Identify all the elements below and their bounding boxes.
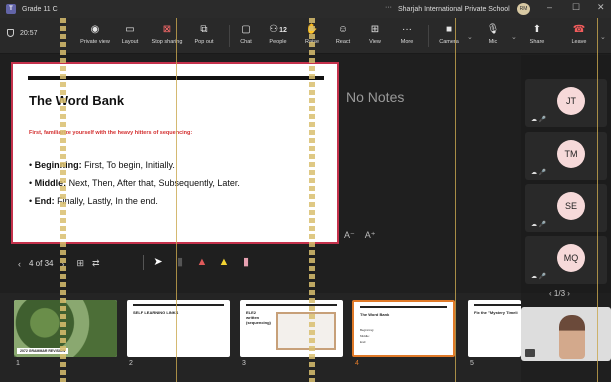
more-button[interactable]: ··· More xyxy=(385,23,429,51)
slide-filmstrip: 2072 GRAMMAR REVISION 1 SELF LEARNING LI… xyxy=(0,293,521,382)
camera-button[interactable]: ■ Camera xyxy=(427,23,471,51)
thumbnail-title: The Word Bank xyxy=(360,312,390,317)
camera-icon: ■ xyxy=(445,24,453,35)
muted-mic-icon: ☁ 🎤 xyxy=(531,170,547,176)
muted-mic-icon: ☁ 🎤 xyxy=(531,274,547,280)
thumbnail-number: 5 xyxy=(470,360,474,367)
slide-thumbnail[interactable]: ELE2 written (sequencing) xyxy=(240,300,343,357)
decrease-font-button[interactable]: A⁻ xyxy=(344,230,355,240)
thumbnail-bar xyxy=(360,306,448,308)
avatar: TM xyxy=(557,140,585,168)
tools-divider xyxy=(143,255,144,270)
thumbnail-number: 2 xyxy=(129,360,133,367)
next-page-button[interactable]: › xyxy=(567,289,570,298)
thumbnail-bullet: Beginning: xyxy=(360,328,375,332)
speaker-notes: No Notes xyxy=(346,89,405,105)
slide-thumbnail-selected[interactable]: The Word Bank Beginning: Middle: End: xyxy=(352,300,455,357)
thumbnail-title: Fix the "Mystery Timeli xyxy=(474,310,518,315)
slide-thumbnail[interactable]: Fix the "Mystery Timeli xyxy=(468,300,521,357)
thumbnail-title: ELE2 written (sequencing) xyxy=(246,310,271,325)
avatar: JT xyxy=(557,87,585,115)
slide-title: The Word Bank xyxy=(29,93,125,108)
swap-view-icon[interactable]: ⇄ xyxy=(92,258,100,269)
thumbnail-bullet: End: xyxy=(360,340,367,344)
thumbnail-bar xyxy=(474,304,521,306)
decorative-line xyxy=(597,18,598,382)
self-video-person xyxy=(559,315,585,359)
teams-logo-icon: T xyxy=(6,4,16,14)
mic-button[interactable]: 🎙 Mic xyxy=(471,23,515,51)
notes-font-size-controls: A⁻ A⁺ xyxy=(344,230,384,241)
user-avatar[interactable]: RM xyxy=(517,3,530,15)
share-button[interactable]: ⬆ Share xyxy=(515,23,559,51)
slide-counter: 4 of 34 xyxy=(29,259,54,268)
decorative-chain xyxy=(60,18,66,382)
muted-mic-icon: ☁ 🎤 xyxy=(531,117,547,123)
thumbnail-bullet: Middle: xyxy=(360,334,370,338)
pop-out-icon: ⧉ xyxy=(200,24,208,35)
title-bar: T Grade 11 C ··· Sharjah International P… xyxy=(0,0,611,18)
thumbnail-number: 3 xyxy=(242,360,246,367)
meeting-toolbar: 20:57 ◉ Private view ▭ Layout ⊠ Stop sha… xyxy=(0,18,611,54)
microphone-icon: 🎙 xyxy=(486,24,500,35)
decorative-line xyxy=(455,18,456,382)
more-options-icon[interactable]: ··· xyxy=(385,4,392,11)
decorative-line xyxy=(176,18,177,382)
thumbnail-bar xyxy=(133,304,224,306)
pen-icon[interactable]: ▲ xyxy=(196,255,208,270)
minimize-icon[interactable]: – xyxy=(547,2,552,12)
participant-tile[interactable]: TM ☁ 🎤 xyxy=(525,132,607,180)
window-title: Grade 11 C xyxy=(22,5,58,13)
muted-mic-icon: ☁ 🎤 xyxy=(531,222,547,228)
timer-text: 20:57 xyxy=(20,29,38,37)
slide-thumbnail[interactable]: SELF LEARNING LINKS xyxy=(127,300,230,357)
pop-out-button[interactable]: ⧉ Pop out xyxy=(182,23,226,51)
slide-pager: ‹ 4 of 34 › ⊞ ⇄ xyxy=(18,258,100,269)
phone-hangup-icon: ☎ xyxy=(572,24,586,35)
leave-button[interactable]: ☎ Leave xyxy=(557,23,601,51)
people-count: 12 xyxy=(279,27,287,34)
pointer-icon[interactable]: ➤ xyxy=(152,255,164,270)
organization-name[interactable]: Sharjah International Private School xyxy=(398,0,510,18)
share-icon: ⬆ xyxy=(532,24,542,35)
leave-options-chevron-icon[interactable]: ⌄ xyxy=(600,33,606,41)
previous-page-button[interactable]: ‹ xyxy=(549,289,552,298)
avatar: SE xyxy=(557,192,585,220)
thumbnail-title: SELF LEARNING LINKS xyxy=(133,310,179,315)
meeting-timer: 20:57 xyxy=(7,29,38,37)
maximize-icon[interactable]: ☐ xyxy=(572,2,580,13)
participant-tile[interactable]: MQ ☁ 🎤 xyxy=(525,236,607,284)
camera-toggle-icon[interactable] xyxy=(525,349,535,357)
presenter-stage: The Word Bank First, familiarize yoursel… xyxy=(0,55,521,293)
annotation-tools: ➤ ▮ ▲ ▲ ▮ xyxy=(143,255,262,270)
decorative-chain xyxy=(309,18,315,382)
previous-slide-button[interactable]: ‹ xyxy=(18,259,21,269)
thumbnail-number: 4 xyxy=(355,360,359,367)
ellipsis-icon: ··· xyxy=(402,24,412,35)
highlighter-icon[interactable]: ▲ xyxy=(218,255,230,270)
increase-font-button[interactable]: A⁺ xyxy=(365,230,376,240)
thumbnail-image xyxy=(276,312,336,350)
all-slides-grid-icon[interactable]: ⊞ xyxy=(76,258,84,269)
participant-tile[interactable]: JT ☁ 🎤 xyxy=(525,79,607,127)
participants-pager: ‹ 1/3 › xyxy=(549,289,570,298)
participant-tile[interactable]: SE ☁ 🎤 xyxy=(525,184,607,232)
shield-icon xyxy=(7,29,14,37)
slide-subtitle: First, familiarize yourself with the hea… xyxy=(29,130,193,136)
avatar: MQ xyxy=(557,244,585,272)
close-icon[interactable]: ✕ xyxy=(597,2,605,13)
thumbnail-number: 1 xyxy=(16,360,20,367)
eraser-icon[interactable]: ▮ xyxy=(240,255,252,270)
thumbnail-bar xyxy=(246,304,337,306)
participants-page: 1/3 xyxy=(553,289,566,298)
